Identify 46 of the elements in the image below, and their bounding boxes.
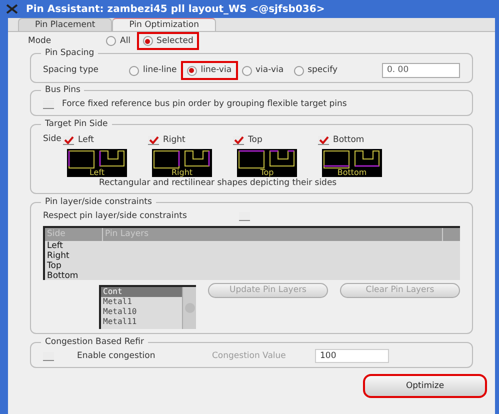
radio-option[interactable]: specify bbox=[290, 63, 342, 78]
list-item[interactable]: Metal11 bbox=[101, 317, 182, 327]
side-option-label: Right bbox=[163, 134, 186, 146]
checkbox[interactable] bbox=[233, 136, 244, 145]
table-cell-text: Right bbox=[46, 251, 70, 261]
group-title: Congestion Based Refir bbox=[41, 336, 148, 348]
table-cell-text: Bottom bbox=[46, 271, 80, 281]
list-item[interactable]: Metal10 bbox=[101, 307, 182, 317]
checkbox-label: Enable congestion bbox=[77, 350, 156, 362]
side-label: Side bbox=[43, 132, 62, 146]
checkbox[interactable] bbox=[318, 136, 329, 145]
checkbox-label: Force fixed reference bus pin order by grouping flexible target pins bbox=[62, 98, 347, 111]
spacing-value-field[interactable]: 0. 00 bbox=[382, 63, 460, 78]
window-title: Pin Assistant: zambezi45 pll layout_WS <@sjfsb036> bbox=[26, 2, 325, 16]
optimize-button[interactable]: Optimize bbox=[363, 374, 487, 398]
close-icon[interactable] bbox=[6, 4, 18, 14]
pin-side-drawing: Left bbox=[67, 148, 127, 176]
caption: Rectangular and rectilinear shapes depicting their sides bbox=[99, 177, 338, 190]
radio-option[interactable]: line-via bbox=[182, 63, 236, 78]
side-option-label: Top bbox=[248, 134, 262, 146]
table-cell-text: Left bbox=[46, 241, 64, 251]
group-title: Target Pin Side bbox=[41, 118, 112, 130]
checkbox-label: Respect pin layer/side constraints bbox=[43, 210, 188, 223]
mode-label: Mode bbox=[28, 34, 52, 48]
congestion-value-field[interactable]: 100 bbox=[315, 349, 389, 363]
list-item[interactable]: Metal1 bbox=[101, 297, 182, 307]
table-cell-text: Top bbox=[46, 261, 62, 271]
spacing-type-label: Spacing type bbox=[43, 64, 100, 77]
radio-option[interactable]: Selected bbox=[138, 34, 198, 48]
list-item[interactable]: Cont bbox=[101, 287, 182, 297]
pin-side-drawing: Bottom bbox=[322, 148, 382, 176]
pin-side-drawing: Right bbox=[152, 148, 212, 176]
congestion-value-label: Congestion Value bbox=[212, 350, 287, 362]
side-option-label: Left bbox=[78, 134, 94, 146]
group-title: Pin Spacing bbox=[41, 47, 98, 59]
checkbox[interactable] bbox=[63, 136, 74, 145]
scrollbar[interactable] bbox=[182, 287, 196, 329]
tab[interactable]: Pin Optimization bbox=[112, 18, 216, 31]
radio-option[interactable]: via-via bbox=[238, 63, 288, 78]
side-option-label: Bottom bbox=[333, 134, 364, 146]
pin-side-drawing: Top bbox=[237, 148, 297, 176]
tab[interactable]: Pin Placement bbox=[18, 18, 112, 31]
checkbox[interactable] bbox=[148, 136, 159, 145]
radio-option[interactable]: line-line bbox=[125, 63, 181, 78]
group-title: Pin layer/side constraints bbox=[41, 196, 156, 208]
radio-option[interactable]: All bbox=[102, 34, 135, 48]
